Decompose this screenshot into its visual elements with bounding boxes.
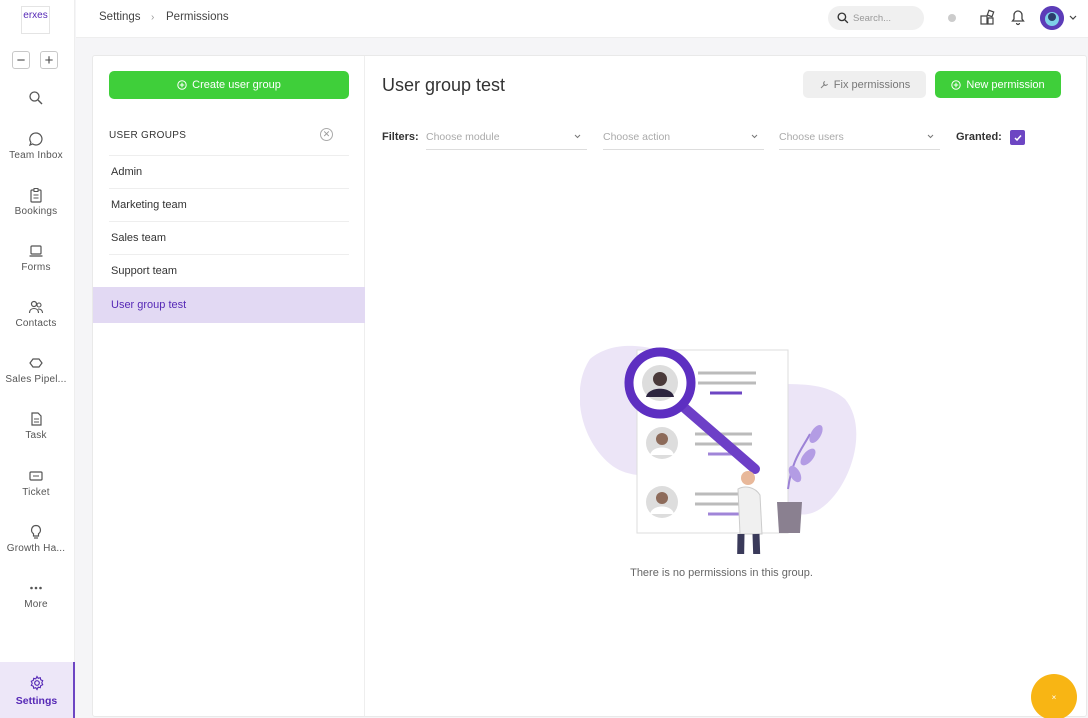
wrench-icon xyxy=(820,80,828,88)
logo[interactable]: erxes xyxy=(21,6,50,34)
apps-icon[interactable] xyxy=(979,9,996,26)
handshake-icon xyxy=(29,358,43,368)
chevron-down-icon xyxy=(927,134,934,139)
module-placeholder: Choose module xyxy=(426,130,500,143)
users-icon xyxy=(28,300,44,314)
nav-label: Bookings xyxy=(14,206,58,217)
fix-permissions-button[interactable]: Fix permissions xyxy=(803,71,926,98)
breadcrumb-permissions: Permissions xyxy=(166,11,229,23)
zoom-out-button[interactable]: − xyxy=(12,51,30,69)
action-placeholder: Choose action xyxy=(603,130,671,143)
nav-label: Team Inbox xyxy=(9,150,63,161)
new-permission-label: New permission xyxy=(966,78,1045,91)
nav-settings[interactable]: Settings xyxy=(0,662,75,718)
granted-label: Granted: xyxy=(956,131,1002,143)
ticket-icon xyxy=(29,471,43,481)
nav-team-inbox[interactable]: Team Inbox xyxy=(0,131,72,161)
group-item-support-team[interactable]: Support team xyxy=(109,254,349,287)
users-placeholder: Choose users xyxy=(779,130,844,143)
group-item-user-group-test[interactable]: User group test xyxy=(93,287,365,323)
chevron-down-icon xyxy=(751,134,758,139)
page-title: User group test xyxy=(382,75,506,95)
help-chat-button[interactable]: × xyxy=(1031,674,1077,718)
plus-circle-icon xyxy=(951,79,962,90)
gear-icon xyxy=(30,675,43,691)
dots-icon xyxy=(30,586,42,590)
nav-label: Contacts xyxy=(15,318,57,329)
nav-forms[interactable]: Forms xyxy=(0,243,72,273)
lightbulb-icon xyxy=(30,524,42,539)
filters-label: Filters: xyxy=(382,131,419,143)
nav-label: Task xyxy=(25,430,47,441)
users-select[interactable]: Choose users xyxy=(779,124,940,150)
new-permission-button[interactable]: New permission xyxy=(935,71,1061,98)
nav-label: More xyxy=(24,599,48,610)
granted-checkbox[interactable] xyxy=(1010,130,1025,145)
nav-task[interactable]: Task xyxy=(0,411,72,441)
nav-more[interactable]: More xyxy=(0,580,72,610)
search-icon xyxy=(29,91,43,105)
search-icon xyxy=(837,12,849,24)
nav-contacts[interactable]: Contacts xyxy=(0,299,72,329)
user-groups-heading: USER GROUPS xyxy=(109,130,187,141)
breadcrumb-separator: › xyxy=(151,12,155,23)
nav-label: Forms xyxy=(21,262,51,273)
sidebar: erxes − + Team Inbox Bookings Forms Cont… xyxy=(0,0,75,718)
module-select[interactable]: Choose module xyxy=(426,124,587,150)
nav-ticket[interactable]: Ticket xyxy=(0,468,72,498)
clear-filter-icon[interactable]: ✕ xyxy=(320,128,333,141)
empty-message: There is no permissions in this group. xyxy=(630,567,813,579)
nav-label: Growth Ha... xyxy=(6,543,66,554)
fix-permissions-label: Fix permissions xyxy=(833,78,911,91)
search-input[interactable] xyxy=(853,12,918,24)
action-select[interactable]: Choose action xyxy=(603,124,764,150)
nav-sales-pipeline[interactable]: Sales Pipel... xyxy=(0,355,72,385)
group-item-sales-team[interactable]: Sales team xyxy=(109,221,349,254)
file-icon xyxy=(31,412,42,426)
nav-growth-hacking[interactable]: Growth Ha... xyxy=(0,524,72,554)
avatar-image-icon xyxy=(1040,6,1064,30)
group-item-admin[interactable]: Admin xyxy=(109,155,349,188)
empty-state-illustration xyxy=(580,346,857,554)
create-user-group-label: Create user group xyxy=(192,79,281,91)
plus-circle-icon xyxy=(177,80,187,90)
topbar: Settings › Permissions xyxy=(76,0,1088,38)
chevron-down-icon xyxy=(574,134,581,139)
nav-bookings[interactable]: Bookings xyxy=(0,187,72,217)
group-list: Admin Marketing team Sales team Support … xyxy=(93,155,365,323)
nav-label: Ticket xyxy=(22,487,50,498)
user-groups-panel: Create user group USER GROUPS ✕ Admin Ma… xyxy=(93,56,365,716)
nav-label: Sales Pipel... xyxy=(5,374,67,385)
help-chat-label: × xyxy=(1051,692,1057,702)
status-dot xyxy=(948,14,956,22)
settings-label: Settings xyxy=(15,695,58,707)
search-box[interactable] xyxy=(828,6,924,30)
chat-icon xyxy=(28,132,43,147)
check-icon xyxy=(1013,134,1022,141)
bell-icon[interactable] xyxy=(1010,9,1026,26)
zoom-in-button[interactable]: + xyxy=(40,51,58,69)
main-content: Create user group USER GROUPS ✕ Admin Ma… xyxy=(92,55,1087,717)
avatar[interactable] xyxy=(1040,6,1064,30)
laptop-icon xyxy=(29,245,43,257)
nav-search[interactable] xyxy=(0,90,72,109)
clipboard-icon xyxy=(30,188,42,203)
chevron-down-icon[interactable] xyxy=(1069,15,1077,21)
group-item-marketing-team[interactable]: Marketing team xyxy=(109,188,349,221)
create-user-group-button[interactable]: Create user group xyxy=(109,71,349,99)
breadcrumb-settings[interactable]: Settings xyxy=(99,11,141,23)
